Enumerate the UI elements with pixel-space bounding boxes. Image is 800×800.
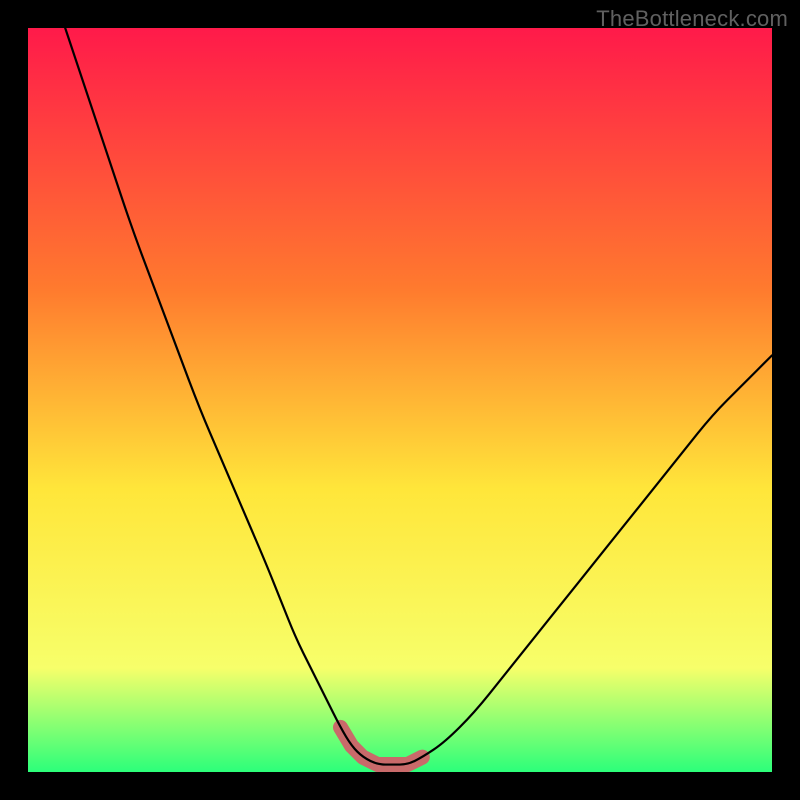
chart-svg [28, 28, 772, 772]
watermark-text: TheBottleneck.com [596, 6, 788, 32]
chart-frame [28, 28, 772, 772]
gradient-background [28, 28, 772, 772]
